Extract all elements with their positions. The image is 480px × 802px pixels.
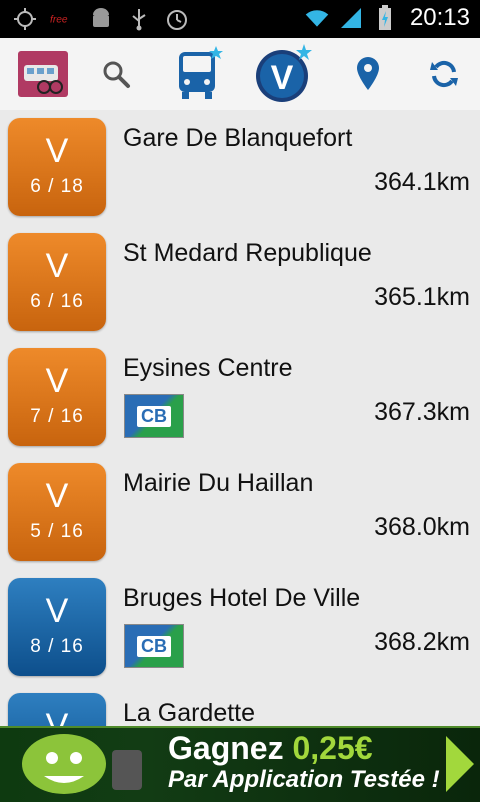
badge-letter: V [45, 477, 69, 515]
play-arrow-icon [446, 736, 474, 792]
signal-icon [338, 5, 364, 31]
station-distance: 368.0km [374, 513, 470, 541]
availability-badge: V 5 / 16 [8, 463, 106, 561]
status-bar: free 20:13 [0, 0, 480, 38]
station-name: Gare De Blanquefort [123, 124, 353, 152]
android-debug-icon [88, 6, 114, 32]
badge-letter: V [45, 362, 69, 400]
station-distance: 367.3km [374, 398, 470, 426]
station-row[interactable]: V 8 / 16 Bruges Hotel De Ville CB 368.2k… [0, 570, 480, 686]
station-row[interactable]: V La Gardette [0, 685, 480, 726]
availability-badge: V 6 / 18 [8, 118, 106, 216]
bus-favorites-icon[interactable] [168, 38, 228, 110]
badge-letter: V [45, 592, 69, 630]
svg-text:free: free [50, 15, 68, 26]
card-label: CB [137, 405, 171, 427]
ad-headline: Gagnez 0,25€ [168, 730, 373, 767]
station-name: La Gardette [123, 699, 256, 726]
location-icon[interactable] [346, 38, 390, 110]
availability-badge: V [8, 693, 106, 726]
availability-badge: V 8 / 16 [8, 578, 106, 676]
carrier-logo-icon: free [50, 6, 76, 32]
station-name: Mairie Du Haillan [123, 469, 314, 497]
station-row[interactable]: V 7 / 16 Eysines Centre CB 367.3km [0, 340, 480, 456]
badge-letter: V [45, 707, 69, 726]
availability-badge: V 7 / 16 [8, 348, 106, 446]
svg-text:V: V [271, 59, 294, 97]
app-logo-icon[interactable] [14, 38, 72, 110]
gps-icon [12, 6, 38, 32]
station-distance: 368.2km [374, 628, 470, 656]
station-distance: 365.1km [374, 283, 470, 311]
bike-count: 7 / 16 [30, 406, 84, 427]
toolbar: V [0, 38, 480, 111]
station-name: Eysines Centre [123, 354, 293, 382]
usb-icon [126, 6, 152, 32]
battery-charging-icon [372, 5, 398, 31]
station-distance: 364.1km [374, 168, 470, 196]
refresh-icon[interactable] [420, 38, 468, 110]
credit-card-icon: CB [124, 394, 184, 438]
station-list[interactable]: V 6 / 18 Gare De Blanquefort 364.1km V 6… [0, 110, 480, 726]
bike-count: 6 / 18 [30, 176, 84, 197]
badge-letter: V [45, 132, 69, 170]
station-row[interactable]: V 6 / 18 Gare De Blanquefort 364.1km [0, 110, 480, 226]
card-label: CB [137, 635, 171, 657]
credit-card-icon: CB [124, 624, 184, 668]
bike-count: 8 / 16 [30, 636, 84, 657]
search-icon[interactable] [94, 38, 138, 110]
ad-headline-text: Gagnez [168, 730, 293, 766]
ad-banner[interactable]: Gagnez 0,25€ Par Application Testée ! [0, 726, 480, 802]
alarm-icon [164, 6, 190, 32]
ad-amount: 0,25€ [292, 730, 373, 766]
station-row[interactable]: V 6 / 16 St Medard Republique 365.1km [0, 225, 480, 341]
bike-count: 5 / 16 [30, 521, 84, 542]
bike-count: 6 / 16 [30, 291, 84, 312]
clock: 20:13 [409, 4, 470, 31]
station-name: Bruges Hotel De Ville [123, 584, 361, 612]
android-mascot-icon [4, 730, 154, 802]
vcub-favorites-icon[interactable]: V [252, 38, 316, 110]
wifi-icon [304, 5, 330, 31]
availability-badge: V 6 / 16 [8, 233, 106, 331]
ad-subline: Par Application Testée ! [168, 766, 440, 793]
badge-letter: V [45, 247, 69, 285]
station-row[interactable]: V 5 / 16 Mairie Du Haillan 368.0km [0, 455, 480, 571]
station-name: St Medard Republique [123, 239, 372, 267]
